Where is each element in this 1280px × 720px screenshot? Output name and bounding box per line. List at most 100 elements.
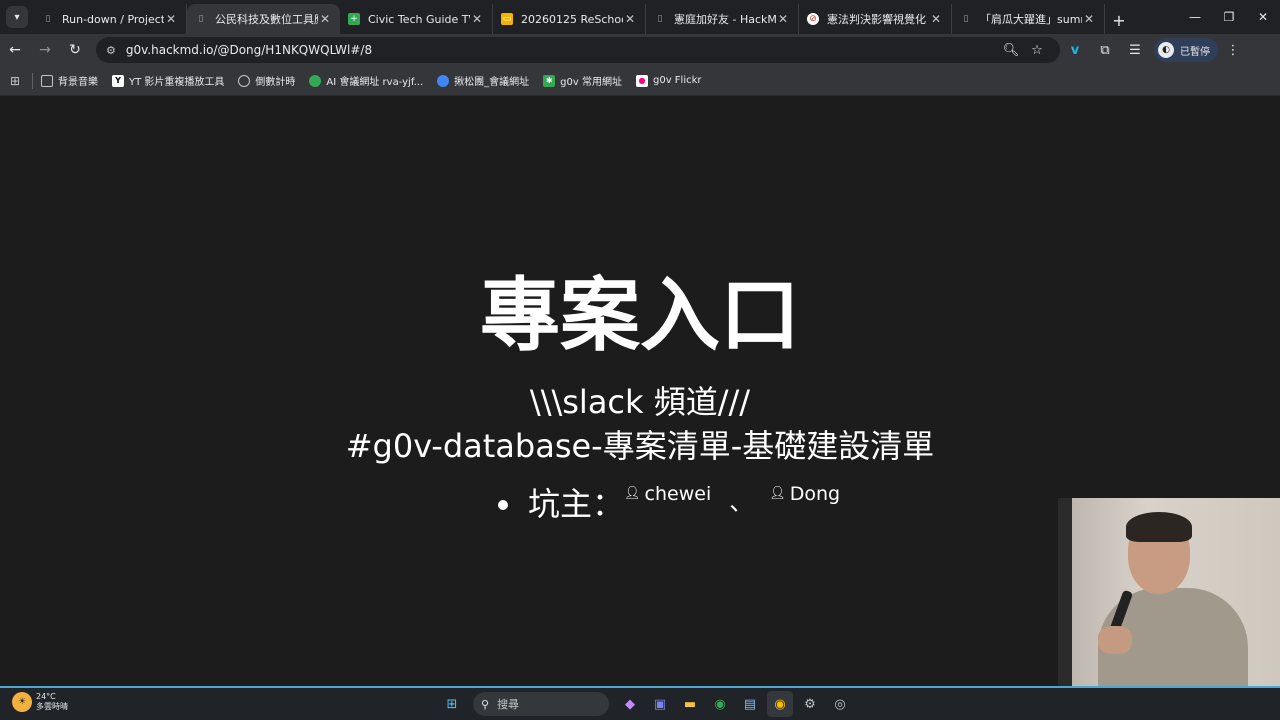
windows-taskbar: ☀ 24°C 多雲時晴 ⊞ ⚲ 搜尋 ◆ ▣ ▬ ◉ ▤ ◉ ⚙ ◎	[0, 686, 1280, 720]
user-mention-chewei[interactable]: 👤︎ chewei	[624, 482, 711, 506]
meet-icon	[437, 74, 450, 87]
bookmark-ai-meeting[interactable]: AI 會議網址 rva-yjf...	[309, 73, 423, 88]
url-input[interactable]	[125, 43, 998, 57]
avatar: ◐	[1158, 42, 1174, 58]
close-window-icon[interactable]: ✕	[1246, 0, 1280, 34]
tab-hackmd-friends[interactable]: ▯ 憲庭加好友 - HackMD ✕	[646, 4, 799, 34]
owner-label: 坑主：	[528, 485, 625, 523]
slack-channel-heading: \\\slack 頻道///	[529, 383, 751, 421]
folder-icon	[41, 74, 53, 87]
close-icon[interactable]: ✕	[623, 12, 637, 26]
tab-civic-tech-guide[interactable]: + Civic Tech Guide TW ✕	[340, 4, 493, 34]
back-button[interactable]: ←	[0, 36, 30, 64]
search-icon: ⚲	[481, 697, 490, 711]
extensions-icon[interactable]: ⧉	[1090, 36, 1120, 64]
projector-screen-edge	[1058, 498, 1072, 688]
bookmark-countdown[interactable]: 倒數計時	[238, 73, 295, 88]
close-icon[interactable]: ✕	[929, 12, 943, 26]
bookmark-label: g0v Flickr	[652, 75, 702, 86]
bookmark-g0v-flickr[interactable]: ● g0v Flickr	[635, 74, 702, 87]
tab-run-down[interactable]: ▯ Run-down / Projects ✕	[34, 4, 187, 34]
chrome-icon[interactable]: ◉	[707, 691, 733, 717]
weather-icon: ☀	[12, 692, 32, 712]
tab-title: Run-down / Projects	[62, 12, 164, 26]
tab-summary[interactable]: ▯ 「肩瓜大躍進」summ ✕	[952, 4, 1105, 34]
reload-button[interactable]: ↻	[60, 36, 90, 64]
person-icon: 👤︎	[624, 486, 641, 501]
arrow-right-icon: →	[39, 42, 51, 58]
star-icon[interactable]: ☆	[1024, 43, 1050, 58]
document-icon: ▯	[45, 14, 51, 24]
bookmark-label: g0v 常用網址	[560, 77, 622, 88]
vimeo-extension-icon[interactable]: v	[1060, 36, 1090, 64]
new-tab-button[interactable]: +	[1105, 6, 1133, 34]
chevron-down-icon: ▾	[14, 11, 20, 23]
copilot-icon[interactable]: ◆	[617, 691, 643, 717]
close-icon[interactable]: ✕	[1082, 12, 1096, 26]
weather-description: 多雲時晴	[36, 702, 68, 711]
zoom-icon[interactable]: 🔍︎	[998, 43, 1024, 58]
slides-icon: ▭	[501, 13, 513, 25]
sheets-icon: +	[348, 13, 360, 25]
weather-text: 24°C 多雲時晴	[36, 692, 68, 712]
temperature: 24°C	[36, 692, 56, 701]
plus-icon: +	[1112, 10, 1126, 30]
bookmark-yt-repeat[interactable]: Y YT 影片重複播放工具	[112, 73, 224, 88]
bookmark-label: 揪松團_會議網址	[454, 77, 530, 88]
meet-icon	[309, 74, 322, 87]
bookmark-label: YT 影片重複播放工具	[129, 77, 225, 88]
close-icon[interactable]: ✕	[470, 12, 484, 26]
tab-title: 「肩瓜大躍進」summ	[980, 13, 1082, 26]
owner-separator: 、	[729, 488, 754, 516]
browser-toolbar: ← → ↻ ⚙ 🔍︎ ☆ v ⧉ ☰ ◐ 已暫停 ⋮	[0, 34, 1280, 66]
bookmark-background-music[interactable]: 背景音樂	[41, 73, 98, 88]
user-mention-dong[interactable]: 👤︎ Dong	[769, 482, 840, 506]
tab-visualization[interactable]: ⊘ 憲法判決影響視覺化 | ✕	[799, 4, 952, 34]
forward-button[interactable]: →	[30, 36, 60, 64]
address-bar[interactable]: ⚙ 🔍︎ ☆	[96, 37, 1060, 63]
owners-list: 坑主： 👤︎ chewei 、 👤︎ Dong	[498, 482, 840, 526]
settings-icon[interactable]: ⚙	[797, 691, 823, 717]
taskbar-search[interactable]: ⚲ 搜尋	[473, 692, 609, 716]
profile-label: 已暫停	[1180, 46, 1210, 58]
search-placeholder: 搜尋	[497, 698, 520, 711]
close-icon[interactable]: ✕	[318, 12, 332, 26]
apps-grid-icon[interactable]: ⊞	[0, 74, 30, 88]
reload-icon: ↻	[69, 42, 81, 58]
obs-icon[interactable]: ◎	[827, 691, 853, 717]
close-icon[interactable]: ✕	[164, 12, 178, 26]
tab-reschool[interactable]: ▭ 20260125 ReSchool 6 ✕	[493, 4, 646, 34]
menu-icon[interactable]: ⋮	[1218, 36, 1248, 64]
bookmarks-divider	[32, 72, 33, 89]
restore-icon[interactable]: ❐	[1212, 0, 1246, 34]
tab-title: 憲庭加好友 - HackMD	[674, 13, 776, 26]
teams-icon[interactable]: ▣	[647, 691, 673, 717]
tab-title: 憲法判決影響視覺化 |	[827, 13, 929, 26]
globe-icon	[238, 74, 251, 87]
site-settings-icon[interactable]: ⚙	[106, 44, 116, 57]
slide-title: 專案入口	[480, 269, 800, 362]
file-explorer-icon[interactable]: ▬	[677, 691, 703, 717]
person-icon: 👤︎	[769, 486, 786, 501]
minimize-icon[interactable]: —	[1178, 0, 1212, 34]
y-icon: Y	[112, 74, 124, 87]
profile-button[interactable]: ◐ 已暫停	[1154, 38, 1218, 62]
tab-search-button[interactable]: ▾	[6, 6, 28, 28]
owner-name: Dong	[789, 483, 841, 505]
flickr-icon: ●	[635, 74, 648, 87]
tab-title: Civic Tech Guide TW	[368, 12, 470, 26]
bullet-dot	[498, 500, 508, 510]
bookmark-label: 背景音樂	[58, 77, 98, 88]
bookmark-g0v-links[interactable]: ✱ g0v 常用網址	[543, 73, 622, 88]
tab-title: 公民科技及數位工具應	[215, 13, 318, 26]
notepad-icon[interactable]: ▤	[737, 691, 763, 717]
close-icon[interactable]: ✕	[776, 12, 790, 26]
start-icon[interactable]: ⊞	[439, 691, 465, 717]
reading-list-icon[interactable]: ☰	[1120, 36, 1150, 64]
tab-civic-tools[interactable]: ▯ 公民科技及數位工具應 ✕	[187, 4, 340, 34]
weather-widget[interactable]: ☀ 24°C 多雲時晴	[12, 692, 68, 712]
taskbar-apps: ⊞ ⚲ 搜尋 ◆ ▣ ▬ ◉ ▤ ◉ ⚙ ◎	[437, 691, 855, 717]
chrome-profile-icon[interactable]: ◉	[767, 691, 793, 717]
bookmark-jiusong-meeting[interactable]: 揪松團_會議網址	[437, 73, 529, 88]
owner-name: chewei	[644, 483, 712, 505]
